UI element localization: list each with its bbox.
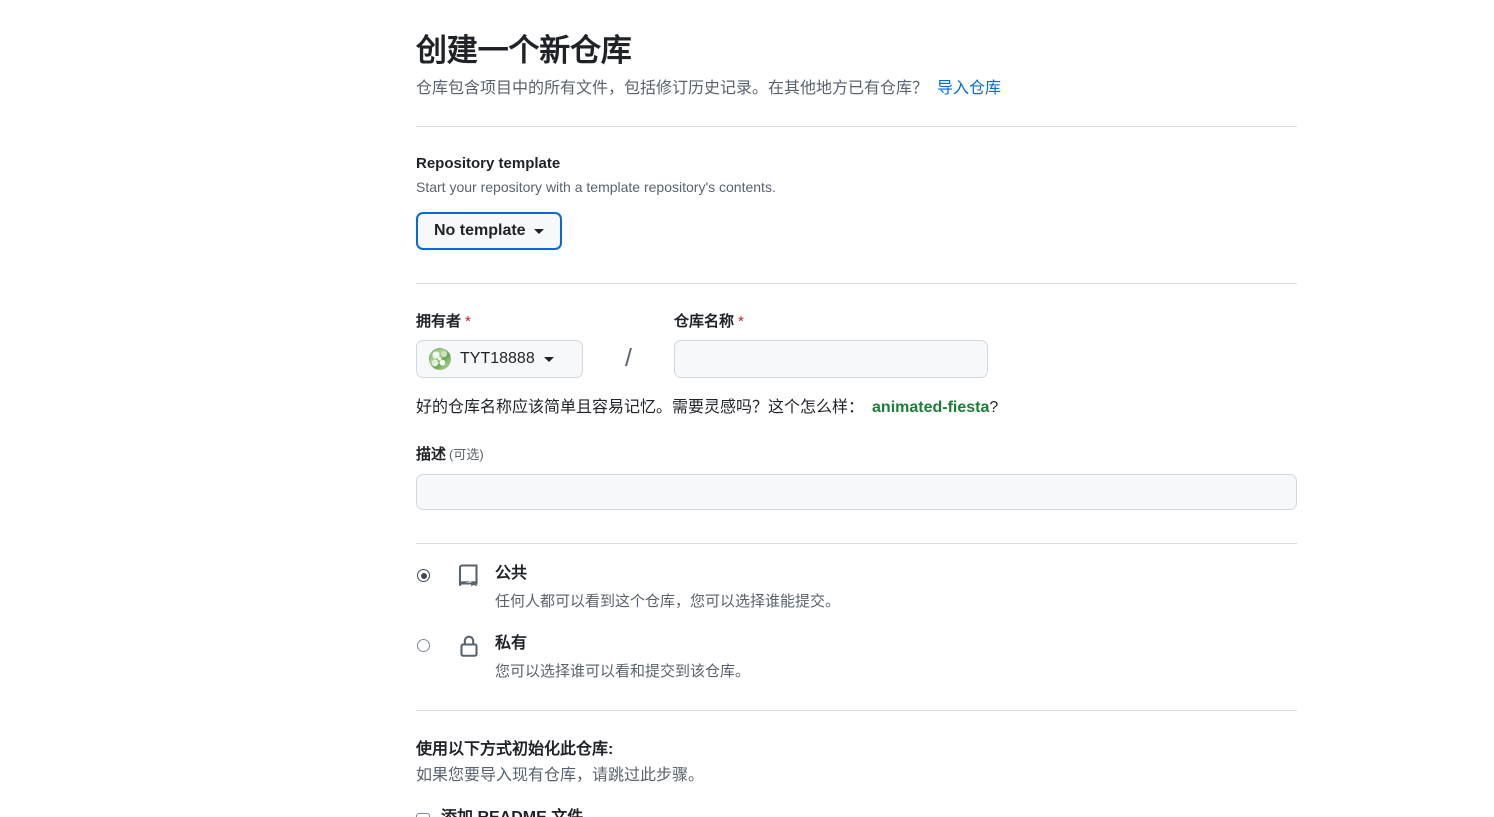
template-select-button[interactable]: No template: [416, 212, 562, 251]
description-optional-text: (可选): [449, 447, 484, 463]
import-repository-link[interactable]: 导入仓库: [937, 80, 1001, 97]
path-separator: /: [625, 344, 632, 373]
lock-icon: [457, 634, 481, 663]
repository-template-section: Repository template Start your repositor…: [416, 127, 1297, 251]
chevron-down-icon: [533, 228, 544, 234]
repository-name-input[interactable]: [673, 340, 988, 379]
visibility-public-description: 任何人都可以看到这个仓库，您可以选择谁能提交。: [495, 592, 841, 610]
repository-name-label: 仓库名称 *: [674, 310, 988, 331]
template-select-label: No template: [434, 222, 526, 240]
form-container: 创建一个新仓库 仓库包含项目中的所有文件，包括修订历史记录。在其他地方已有仓库？…: [416, 0, 1297, 817]
chevron-down-icon: [543, 356, 554, 362]
page-subtitle-text: 仓库包含项目中的所有文件，包括修订历史记录。在其他地方已有仓库？: [416, 80, 929, 98]
owner-select-button[interactable]: TYT18888: [416, 340, 583, 379]
owner-name-row: 拥有者 * TYT18888 / 仓库名称 *: [416, 310, 1297, 379]
description-label: 描述 (可选): [416, 443, 1297, 464]
description-label-text: 描述: [416, 446, 447, 464]
visibility-section: 公共 任何人都可以看到这个仓库，您可以选择谁能提交。 私有 您可以选择谁可以看和…: [416, 544, 1297, 682]
radio-private[interactable]: [417, 638, 430, 652]
owner-field: 拥有者 * TYT18888: [416, 310, 615, 379]
description-input[interactable]: [416, 474, 1297, 511]
repository-template-label: Repository template: [416, 155, 561, 173]
repository-name-suggestion[interactable]: animated-fiesta: [872, 399, 989, 416]
owner-name-section: 拥有者 * TYT18888 / 仓库名称 * 好的仓库名称应该简单且容易记忆。…: [416, 284, 1297, 420]
repository-template-description: Start your repository with a template re…: [416, 179, 776, 196]
visibility-private-title: 私有: [495, 634, 528, 652]
repository-name-hint-suffix: ?: [989, 399, 999, 417]
repository-name-required-asterisk: *: [737, 313, 744, 331]
initialize-subtitle: 如果您要导入现有仓库，请跳过此步骤。: [416, 766, 705, 784]
visibility-option-private[interactable]: 私有 您可以选择谁可以看和提交到该仓库。: [416, 634, 1297, 682]
repository-name-field: 仓库名称 *: [673, 310, 988, 379]
repository-name-hint: 好的仓库名称应该简单且容易记忆。需要灵感吗？这个怎么样： animated-fie…: [416, 396, 1297, 420]
initialize-section: 使用以下方式初始化此仓库: 如果您要导入现有仓库，请跳过此步骤。 添加 READ…: [416, 711, 1297, 817]
avatar: [429, 348, 451, 371]
create-repository-page: 创建一个新仓库 仓库包含项目中的所有文件，包括修订历史记录。在其他地方已有仓库？…: [0, 0, 1494, 817]
page-title: 创建一个新仓库: [416, 33, 632, 68]
add-readme-label: 添加 README 文件: [441, 809, 583, 817]
radio-public[interactable]: [417, 569, 430, 583]
visibility-public-title: 公共: [495, 565, 528, 583]
page-subtitle: 仓库包含项目中的所有文件，包括修订历史记录。在其他地方已有仓库？ 导入仓库: [416, 77, 1297, 101]
owner-label-text: 拥有者: [416, 313, 462, 331]
visibility-private-description: 您可以选择谁可以看和提交到该仓库。: [495, 662, 751, 680]
description-section: 描述 (可选): [416, 420, 1297, 511]
repo-icon: [457, 564, 481, 593]
repository-name-hint-text: 好的仓库名称应该简单且容易记忆。需要灵感吗？这个怎么样：: [416, 399, 865, 417]
owner-name-text: TYT18888: [460, 350, 535, 368]
visibility-public-texts: 公共 任何人都可以看到这个仓库，您可以选择谁能提交。: [495, 564, 840, 612]
add-readme-row[interactable]: 添加 README 文件: [416, 808, 1297, 817]
owner-required-asterisk: *: [465, 313, 471, 331]
add-readme-texts: 添加 README 文件: [441, 808, 583, 817]
owner-label: 拥有者 *: [416, 310, 615, 331]
visibility-option-public[interactable]: 公共 任何人都可以看到这个仓库，您可以选择谁能提交。: [416, 564, 1297, 612]
checkbox-add-readme[interactable]: [416, 812, 430, 817]
initialize-title: 使用以下方式初始化此仓库:: [416, 740, 614, 758]
repository-name-label-text: 仓库名称: [673, 313, 734, 331]
visibility-private-texts: 私有 您可以选择谁可以看和提交到该仓库。: [495, 634, 750, 682]
